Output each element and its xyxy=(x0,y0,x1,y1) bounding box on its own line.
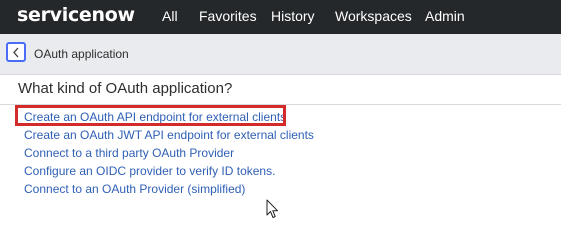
page-title-bar: OAuth application xyxy=(0,34,561,75)
option-oidc-provider[interactable]: Configure an OIDC provider to verify ID … xyxy=(24,164,275,178)
top-navigation-bar: servicenow All Favorites History Workspa… xyxy=(0,0,561,34)
servicenow-logo[interactable]: servicenow xyxy=(17,4,135,26)
page-title: OAuth application xyxy=(34,47,129,61)
nav-admin[interactable]: Admin xyxy=(425,8,465,24)
nav-favorites[interactable]: Favorites xyxy=(199,8,257,24)
back-button[interactable] xyxy=(6,42,26,62)
mouse-cursor-icon xyxy=(266,199,278,218)
chevron-left-icon xyxy=(13,47,19,58)
highlight-annotation xyxy=(15,105,286,126)
nav-all[interactable]: All xyxy=(162,8,178,24)
option-oauth-provider-simplified[interactable]: Connect to an OAuth Provider (simplified… xyxy=(24,182,245,196)
nav-history[interactable]: History xyxy=(271,8,315,24)
option-oauth-jwt-api-endpoint[interactable]: Create an OAuth JWT API endpoint for ext… xyxy=(24,128,314,142)
nav-workspaces[interactable]: Workspaces xyxy=(335,8,412,24)
option-third-party-oauth-provider[interactable]: Connect to a third party OAuth Provider xyxy=(24,146,234,160)
question-heading: What kind of OAuth application? xyxy=(18,80,233,97)
